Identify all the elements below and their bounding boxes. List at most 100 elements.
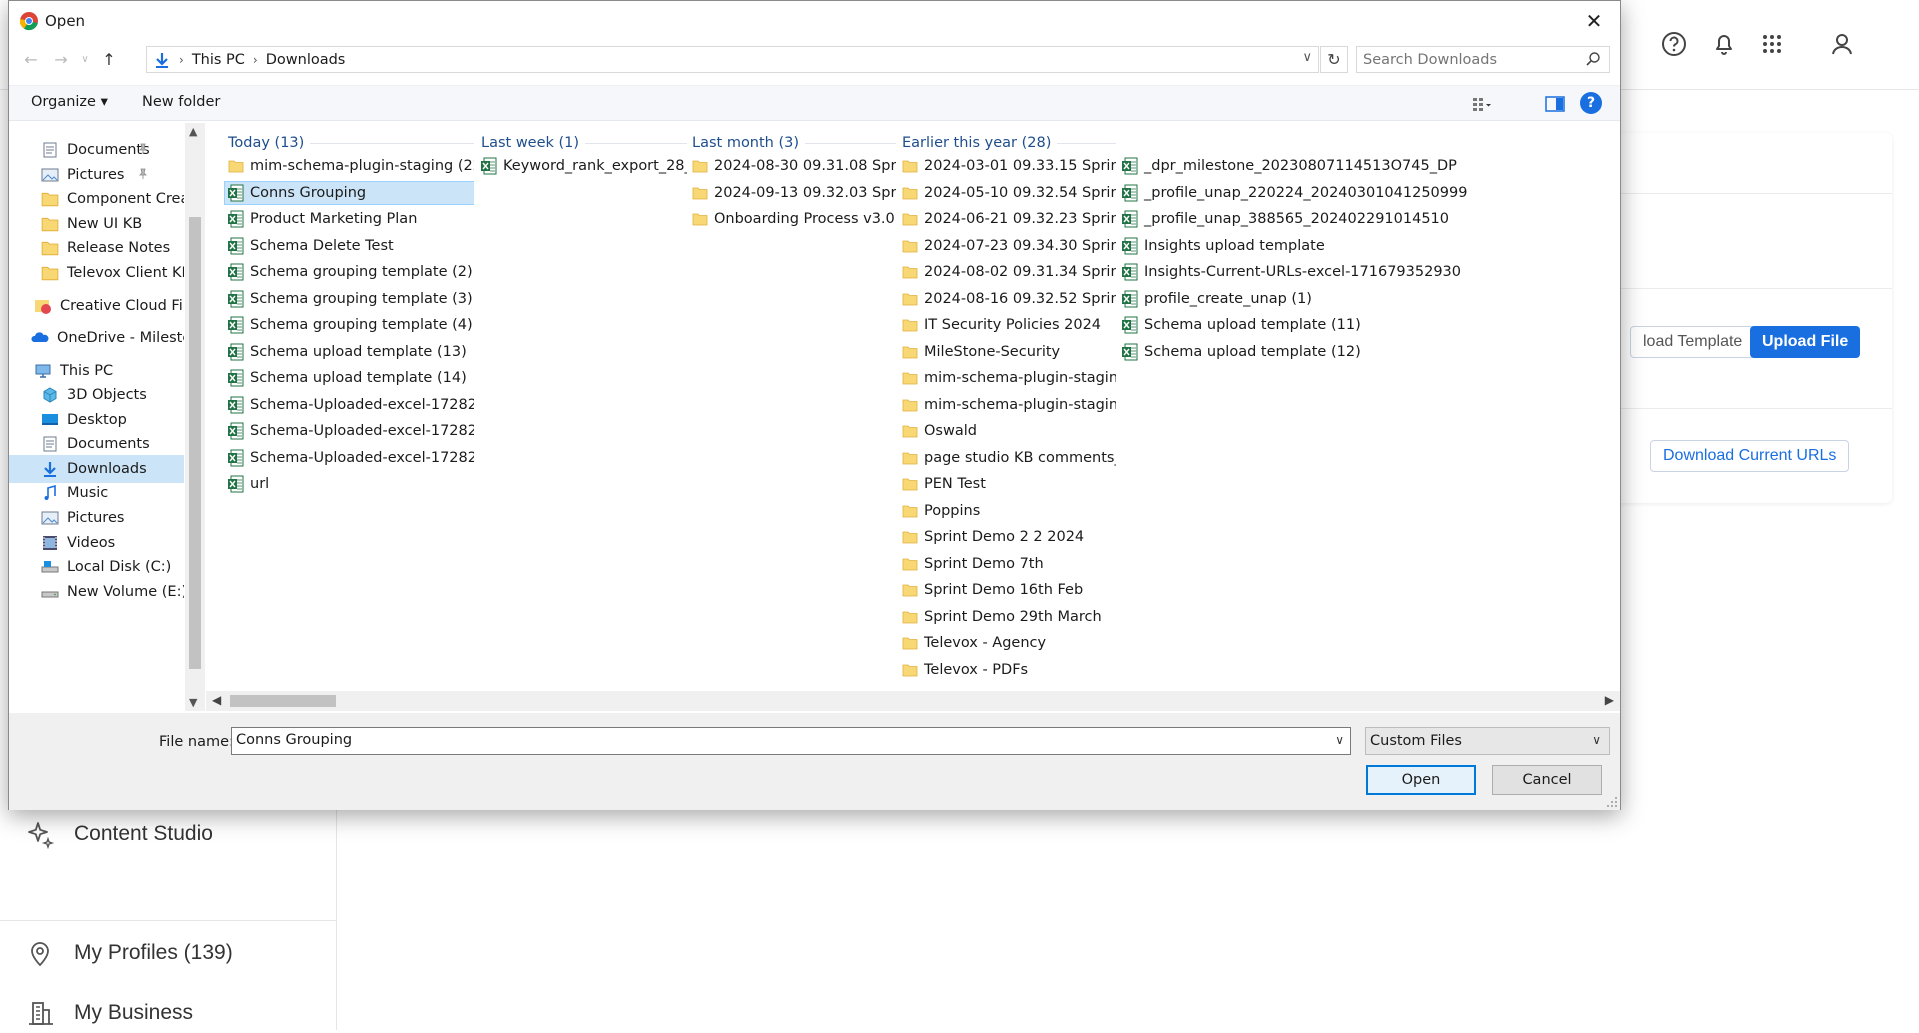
file-item[interactable]: Schema upload template (12)	[1122, 340, 1361, 364]
folder-item[interactable]: PEN Test	[902, 472, 986, 496]
forward-button[interactable]: →	[49, 47, 73, 71]
refresh-button[interactable]: ↻	[1320, 46, 1348, 73]
sidebar-item-music[interactable]: Music	[9, 479, 184, 507]
file-item[interactable]: Schema-Uploaded-excel-1728218703751	[228, 419, 474, 443]
up-button[interactable]: ↑	[97, 47, 121, 71]
folder-item[interactable]: 2024-06-21 09.32.23 Sprint Demo	[902, 207, 1116, 231]
search-input[interactable]	[1363, 50, 1573, 70]
folder-item[interactable]: 2024-08-16 09.32.52 Sprint Demo	[902, 287, 1116, 311]
file-item[interactable]: _profile_unap_388565_202402291014510	[1122, 207, 1449, 231]
scroll-up-icon[interactable]: ▲	[189, 125, 197, 138]
upload-template-button[interactable]: load Template	[1630, 326, 1756, 358]
folder-item[interactable]: 2024-05-10 09.32.54 Sprint Demo	[902, 181, 1116, 205]
folder-item[interactable]: 2024-07-23 09.34.30 Sprint Demo	[902, 234, 1116, 258]
folder-item[interactable]: 2024-08-30 09.31.08 Sprint Demo	[692, 154, 896, 178]
file-item[interactable]: Schema upload template (14)	[228, 366, 467, 390]
open-button[interactable]: Open	[1366, 765, 1476, 795]
file-name-input[interactable]	[236, 732, 1316, 748]
sidebar-item-new-volume-e[interactable]: New Volume (E:)	[9, 578, 184, 606]
folder-item[interactable]: MileStone-Security	[902, 340, 1060, 364]
nav-item-my-profiles[interactable]: My Profiles (139)	[24, 933, 233, 973]
sidebar-item-onedrive-mileste[interactable]: OneDrive - Mileste	[9, 324, 184, 352]
back-button[interactable]: ←	[19, 47, 43, 71]
file-item[interactable]: Schema upload template (11)	[1122, 313, 1361, 337]
sidebar-item-televox-client-ke[interactable]: Televox Client KE	[9, 259, 184, 287]
file-item[interactable]: url	[228, 472, 269, 496]
folder-item[interactable]: Sprint Demo 7th	[902, 552, 1044, 576]
folder-item[interactable]: mim-schema-plugin-staging (22)	[228, 154, 474, 178]
folder-item[interactable]: IT Security Policies 2024	[902, 313, 1101, 337]
folder-item[interactable]: Televox - PDFs	[902, 658, 1028, 682]
close-button[interactable]: ✕	[1580, 7, 1608, 35]
help-icon[interactable]: ?	[1580, 92, 1602, 114]
folder-item[interactable]: Oswald	[902, 419, 977, 443]
file-item[interactable]: Schema Delete Test	[228, 234, 394, 258]
folder-item[interactable]: Sprint Demo 16th Feb	[902, 578, 1083, 602]
folder-item[interactable]: Poppins	[902, 499, 980, 523]
file-column: 2024-08-30 09.31.08 Sprint Demo 2024-09-1…	[688, 123, 896, 691]
file-item[interactable]: _dpr_milestone_20230807114513O745_DP	[1122, 154, 1457, 178]
scrollbar-thumb[interactable]	[230, 695, 336, 707]
sidebar-item-documents[interactable]: Documents	[9, 430, 184, 458]
scroll-left-icon[interactable]: ◀	[212, 693, 221, 707]
file-item[interactable]: Schema-Uploaded-excel-1728201634030	[228, 393, 474, 417]
folder-item[interactable]: 2024-09-13 09.32.03 Sprint Demo	[692, 181, 896, 205]
download-current-urls-button[interactable]: Download Current URLs	[1650, 440, 1850, 472]
file-item[interactable]: Insights upload template	[1122, 234, 1325, 258]
user-profile-icon[interactable]	[1828, 30, 1856, 58]
new-folder-button[interactable]: New folder	[142, 94, 220, 110]
cancel-button[interactable]: Cancel	[1492, 765, 1602, 795]
address-bar[interactable]: › This PC › Downloads ∨	[146, 46, 1319, 73]
file-item[interactable]: Keyword_rank_export_28_09_2024	[481, 154, 687, 178]
file-type-select[interactable]: Custom Files ∨	[1365, 727, 1610, 755]
search-box[interactable]	[1356, 46, 1610, 73]
sidebar-item-release-notes[interactable]: Release Notes	[9, 234, 184, 262]
sidebar-item-local-disk-c[interactable]: Local Disk (C:)	[9, 553, 184, 581]
folder-item[interactable]: 2024-08-02 09.31.34 Sprint Demo	[902, 260, 1116, 284]
file-item[interactable]: profile_create_unap (1)	[1122, 287, 1312, 311]
organize-menu[interactable]: Organize ▾	[31, 94, 108, 110]
preview-pane-icon[interactable]	[1545, 94, 1565, 114]
scroll-down-icon[interactable]: ▼	[189, 696, 197, 709]
sidebar-item-3d-objects[interactable]: 3D Objects	[9, 381, 184, 409]
breadcrumb-downloads[interactable]: Downloads	[266, 52, 346, 68]
folder-item[interactable]: 2024-03-01 09.33.15 Sprint Demo	[902, 154, 1116, 178]
file-name-combobox[interactable]: ∨	[231, 727, 1351, 755]
file-item[interactable]: Schema grouping template (2)	[228, 260, 473, 284]
folder-item[interactable]: Onboarding Process v3.0 (1)_files	[692, 207, 896, 231]
nav-item-content-studio[interactable]: Content Studio	[24, 814, 213, 854]
change-view-icon[interactable]	[1471, 94, 1491, 114]
folder-item[interactable]: Sprint Demo 2 2 2024	[902, 525, 1084, 549]
apps-grid-icon[interactable]	[1758, 30, 1786, 58]
horizontal-scrollbar[interactable]: ◀ ▶	[206, 691, 1620, 711]
file-item[interactable]: Insights-Current-URLs-excel-171679352930	[1122, 260, 1461, 284]
folder-item[interactable]: page studio KB comments_files	[902, 446, 1116, 470]
folder-item[interactable]: Sprint Demo 29th March	[902, 605, 1102, 629]
file-item[interactable]: Schema grouping template (4)	[228, 313, 473, 337]
sidebar-item-component-crea[interactable]: Component Crea	[9, 185, 184, 213]
folder-item[interactable]: mim-schema-plugin-staging (18)	[902, 366, 1116, 390]
scrollbar-thumb[interactable]	[189, 217, 201, 669]
nav-item-my-business[interactable]: My Business	[24, 993, 193, 1033]
breadcrumb-this-pc[interactable]: This PC	[192, 52, 245, 68]
file-item[interactable]: Conns Grouping	[224, 180, 474, 205]
file-item[interactable]: Schema upload template (13)	[228, 340, 467, 364]
scroll-right-icon[interactable]: ▶	[1605, 693, 1614, 707]
file-item[interactable]: Schema-Uploaded-excel-1728221052901	[228, 446, 474, 470]
folder-item[interactable]: Televox - Agency	[902, 631, 1046, 655]
file-item[interactable]: Product Marketing Plan	[228, 207, 417, 231]
bell-icon[interactable]	[1710, 30, 1738, 58]
help-circle-icon[interactable]	[1660, 30, 1688, 58]
sidebar-item-documents[interactable]: Documents	[9, 136, 184, 164]
chevron-down-icon[interactable]: ∨	[1335, 733, 1344, 747]
file-item[interactable]: Schema grouping template (3)	[228, 287, 473, 311]
sidebar-item-creative-cloud-file[interactable]: Creative Cloud File	[9, 292, 184, 320]
sidebar-item-pictures[interactable]: Pictures	[9, 504, 184, 532]
file-item[interactable]: _profile_unap_220224_20240301041250999	[1122, 181, 1467, 205]
folder-item[interactable]: mim-schema-plugin-staging (20)	[902, 393, 1116, 417]
chevron-down-icon[interactable]: ∨	[1302, 50, 1312, 65]
upload-file-button[interactable]: Upload File	[1750, 326, 1861, 358]
sidebar-scrollbar[interactable]: ▲ ▼	[185, 123, 205, 711]
recent-locations-button[interactable]: ∨	[73, 47, 97, 71]
resize-grip-icon[interactable]	[1606, 796, 1618, 808]
